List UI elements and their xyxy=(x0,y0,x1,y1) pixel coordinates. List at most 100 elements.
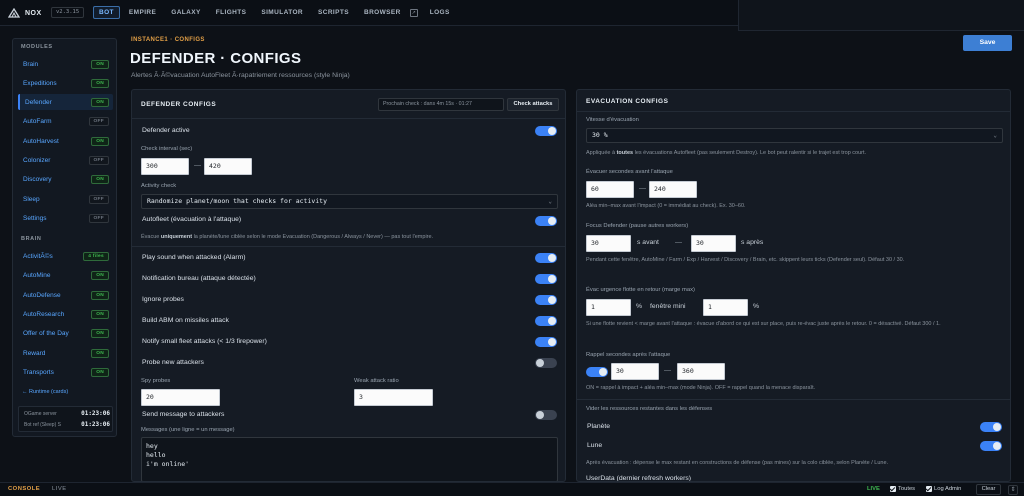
toutes-checkbox[interactable]: Toutes xyxy=(890,486,915,492)
defender-configs-panel: DEFENDER CONFIGS Prochain check : dans 4… xyxy=(131,89,566,482)
rappel-min-input[interactable]: 30 xyxy=(611,363,659,380)
play-sound-toggle[interactable] xyxy=(535,253,557,263)
check-attacks-button[interactable]: Check attacks xyxy=(507,98,559,111)
toggle-knob xyxy=(599,368,607,376)
runtime-cards-link[interactable]: ← Runtime (cards) xyxy=(22,389,68,395)
send-message-toggle[interactable] xyxy=(535,410,557,420)
focus-label: Focus Defender (pause autres workers) xyxy=(586,223,689,229)
nav-scripts[interactable]: SCRIPTS xyxy=(312,6,355,19)
activity-check-select[interactable]: Randomize planet/moon that checks for ac… xyxy=(141,194,558,209)
nav-flights[interactable]: FLIGHTS xyxy=(210,6,253,19)
external-link-icon[interactable]: ↗ xyxy=(409,8,418,17)
sidebar-item-autodefense[interactable]: AutoDefense ON xyxy=(18,287,113,303)
console-tab[interactable]: CONSOLE xyxy=(8,486,40,492)
status-badge: OFF xyxy=(88,116,109,126)
log-admin-checkbox[interactable]: Log Admin xyxy=(926,486,961,492)
lune-label: Lune xyxy=(587,442,603,449)
sidebar-item-settings[interactable]: Settings OFF xyxy=(18,210,113,226)
help-text: la planète/lune ciblée selon le mode Eva… xyxy=(192,234,434,240)
sidebar-item-automine[interactable]: AutoMine ON xyxy=(18,267,113,283)
toggle-knob xyxy=(548,338,556,346)
sidebar-item-reward[interactable]: Reward ON xyxy=(18,345,113,361)
lune-toggle[interactable] xyxy=(980,441,1002,451)
checkbox-checked-icon xyxy=(890,486,896,492)
status-badge: ON xyxy=(91,78,109,88)
toggle-knob xyxy=(993,442,1001,450)
runtime-row: Bot ref (Sleep) S 01:23:06 xyxy=(24,421,110,428)
status-badge: ON xyxy=(91,136,109,146)
sidebar-item-discovery[interactable]: Discovery ON xyxy=(18,171,113,187)
nav-browser[interactable]: BROWSER xyxy=(358,6,407,19)
focus-before-input[interactable]: 30 xyxy=(586,235,631,252)
fenetre-mini-input[interactable]: 1 xyxy=(703,299,748,316)
vitesse-select[interactable]: 30 % ⌄ xyxy=(586,128,1003,143)
toggle-knob xyxy=(548,217,556,225)
userdata-label: UserData (dernier refresh workers) xyxy=(586,475,692,482)
defender-active-toggle[interactable] xyxy=(535,126,557,136)
notification-toggle[interactable] xyxy=(535,274,557,284)
notify-small-fleet-toggle[interactable] xyxy=(535,337,557,347)
check-interval-min-input[interactable]: 300 xyxy=(141,158,189,175)
sidebar-item-activites[interactable]: ActivitÃ©s 4 files xyxy=(18,248,113,264)
main-nav: BOT EMPIRE GALAXY FLIGHTS SIMULATOR SCRI… xyxy=(93,6,459,19)
range-dash: — xyxy=(639,185,646,192)
autofleet-toggle[interactable] xyxy=(535,216,557,226)
urgence-marge-input[interactable]: 1 xyxy=(586,299,631,316)
save-button[interactable]: Save xyxy=(963,35,1012,51)
rappel-help: ON = rappel à impact + aléa min–max (mod… xyxy=(586,385,816,391)
vitesse-label: Vitesse d'évacuation xyxy=(586,117,639,123)
sidebar-item-autofarm[interactable]: AutoFarm OFF xyxy=(18,113,113,129)
nav-empire[interactable]: EMPIRE xyxy=(123,6,162,19)
sidebar-item-colonizer[interactable]: Colonizer OFF xyxy=(18,152,113,168)
clear-button[interactable]: Clear xyxy=(976,484,1001,495)
sidebar-item-label: AutoHarvest xyxy=(23,137,59,145)
nav-galaxy[interactable]: GALAXY xyxy=(165,6,207,19)
sidebar-item-brain[interactable]: Brain ON xyxy=(18,56,113,72)
fenetre-label: fenêtre mini xyxy=(650,303,686,310)
messages-textarea[interactable]: hey hello i'm online' xyxy=(141,437,558,481)
status-badge: ON xyxy=(91,97,109,107)
nav-logs[interactable]: LOGS xyxy=(424,6,456,19)
sidebar-item-offer-of-the-day[interactable]: Offer of the Day ON xyxy=(18,325,113,341)
evac-before-min-input[interactable]: 60 xyxy=(586,181,634,198)
top-right-panel xyxy=(738,0,1024,31)
spy-probes-input[interactable]: 20 xyxy=(141,389,220,406)
sidebar-item-label: AutoFarm xyxy=(23,117,52,125)
runtime-label: Bot ref (Sleep) S xyxy=(24,421,61,428)
runtime-value: 01:23:06 xyxy=(81,421,110,428)
sidebar-item-sleep[interactable]: Sleep OFF xyxy=(18,191,113,207)
resize-icon[interactable]: ⇕ xyxy=(1008,485,1018,495)
ignore-probes-toggle[interactable] xyxy=(535,295,557,305)
toggle-knob xyxy=(548,275,556,283)
toggle-row-label: Notification bureau (attaque détectée) xyxy=(142,275,256,282)
nox-logo-icon xyxy=(8,8,20,18)
rappel-toggle[interactable] xyxy=(586,367,608,377)
toggle-knob xyxy=(548,317,556,325)
toggle-knob xyxy=(993,423,1001,431)
urgence-label: Évac urgence flotte en retour (marge max… xyxy=(586,287,695,293)
check-interval-label: Check interval (sec) xyxy=(141,146,193,152)
nav-simulator[interactable]: SIMULATOR xyxy=(255,6,309,19)
sidebar-item-autoharvest[interactable]: AutoHarvest ON xyxy=(18,133,113,149)
help-emphasis: toutes xyxy=(616,150,634,156)
sidebar-item-defender[interactable]: Defender ON xyxy=(18,94,113,110)
toggle-knob xyxy=(536,359,544,367)
sidebar-item-transports[interactable]: Transports ON xyxy=(18,364,113,380)
panel-title: EVACUATION CONFIGS xyxy=(586,98,669,105)
range-dash: — xyxy=(664,367,671,374)
sidebar-item-label: Colonizer xyxy=(23,156,51,164)
build-abm-toggle[interactable] xyxy=(535,316,557,326)
sidebar-item-autoresearch[interactable]: AutoResearch ON xyxy=(18,306,113,322)
planete-toggle[interactable] xyxy=(980,422,1002,432)
nav-bot[interactable]: BOT xyxy=(93,6,120,19)
focus-after-input[interactable]: 30 xyxy=(691,235,736,252)
vider-label: Vider les ressources restantes dans les … xyxy=(586,406,713,412)
evac-before-max-input[interactable]: 240 xyxy=(649,181,697,198)
probe-new-attackers-toggle[interactable] xyxy=(535,358,557,368)
check-interval-max-input[interactable]: 420 xyxy=(204,158,252,175)
rappel-max-input[interactable]: 360 xyxy=(677,363,725,380)
weak-ratio-input[interactable]: 3 xyxy=(354,389,433,406)
sidebar-item-label: Expeditions xyxy=(23,79,57,87)
sidebar-item-expeditions[interactable]: Expeditions ON xyxy=(18,75,113,91)
planete-label: Planète xyxy=(587,423,611,430)
